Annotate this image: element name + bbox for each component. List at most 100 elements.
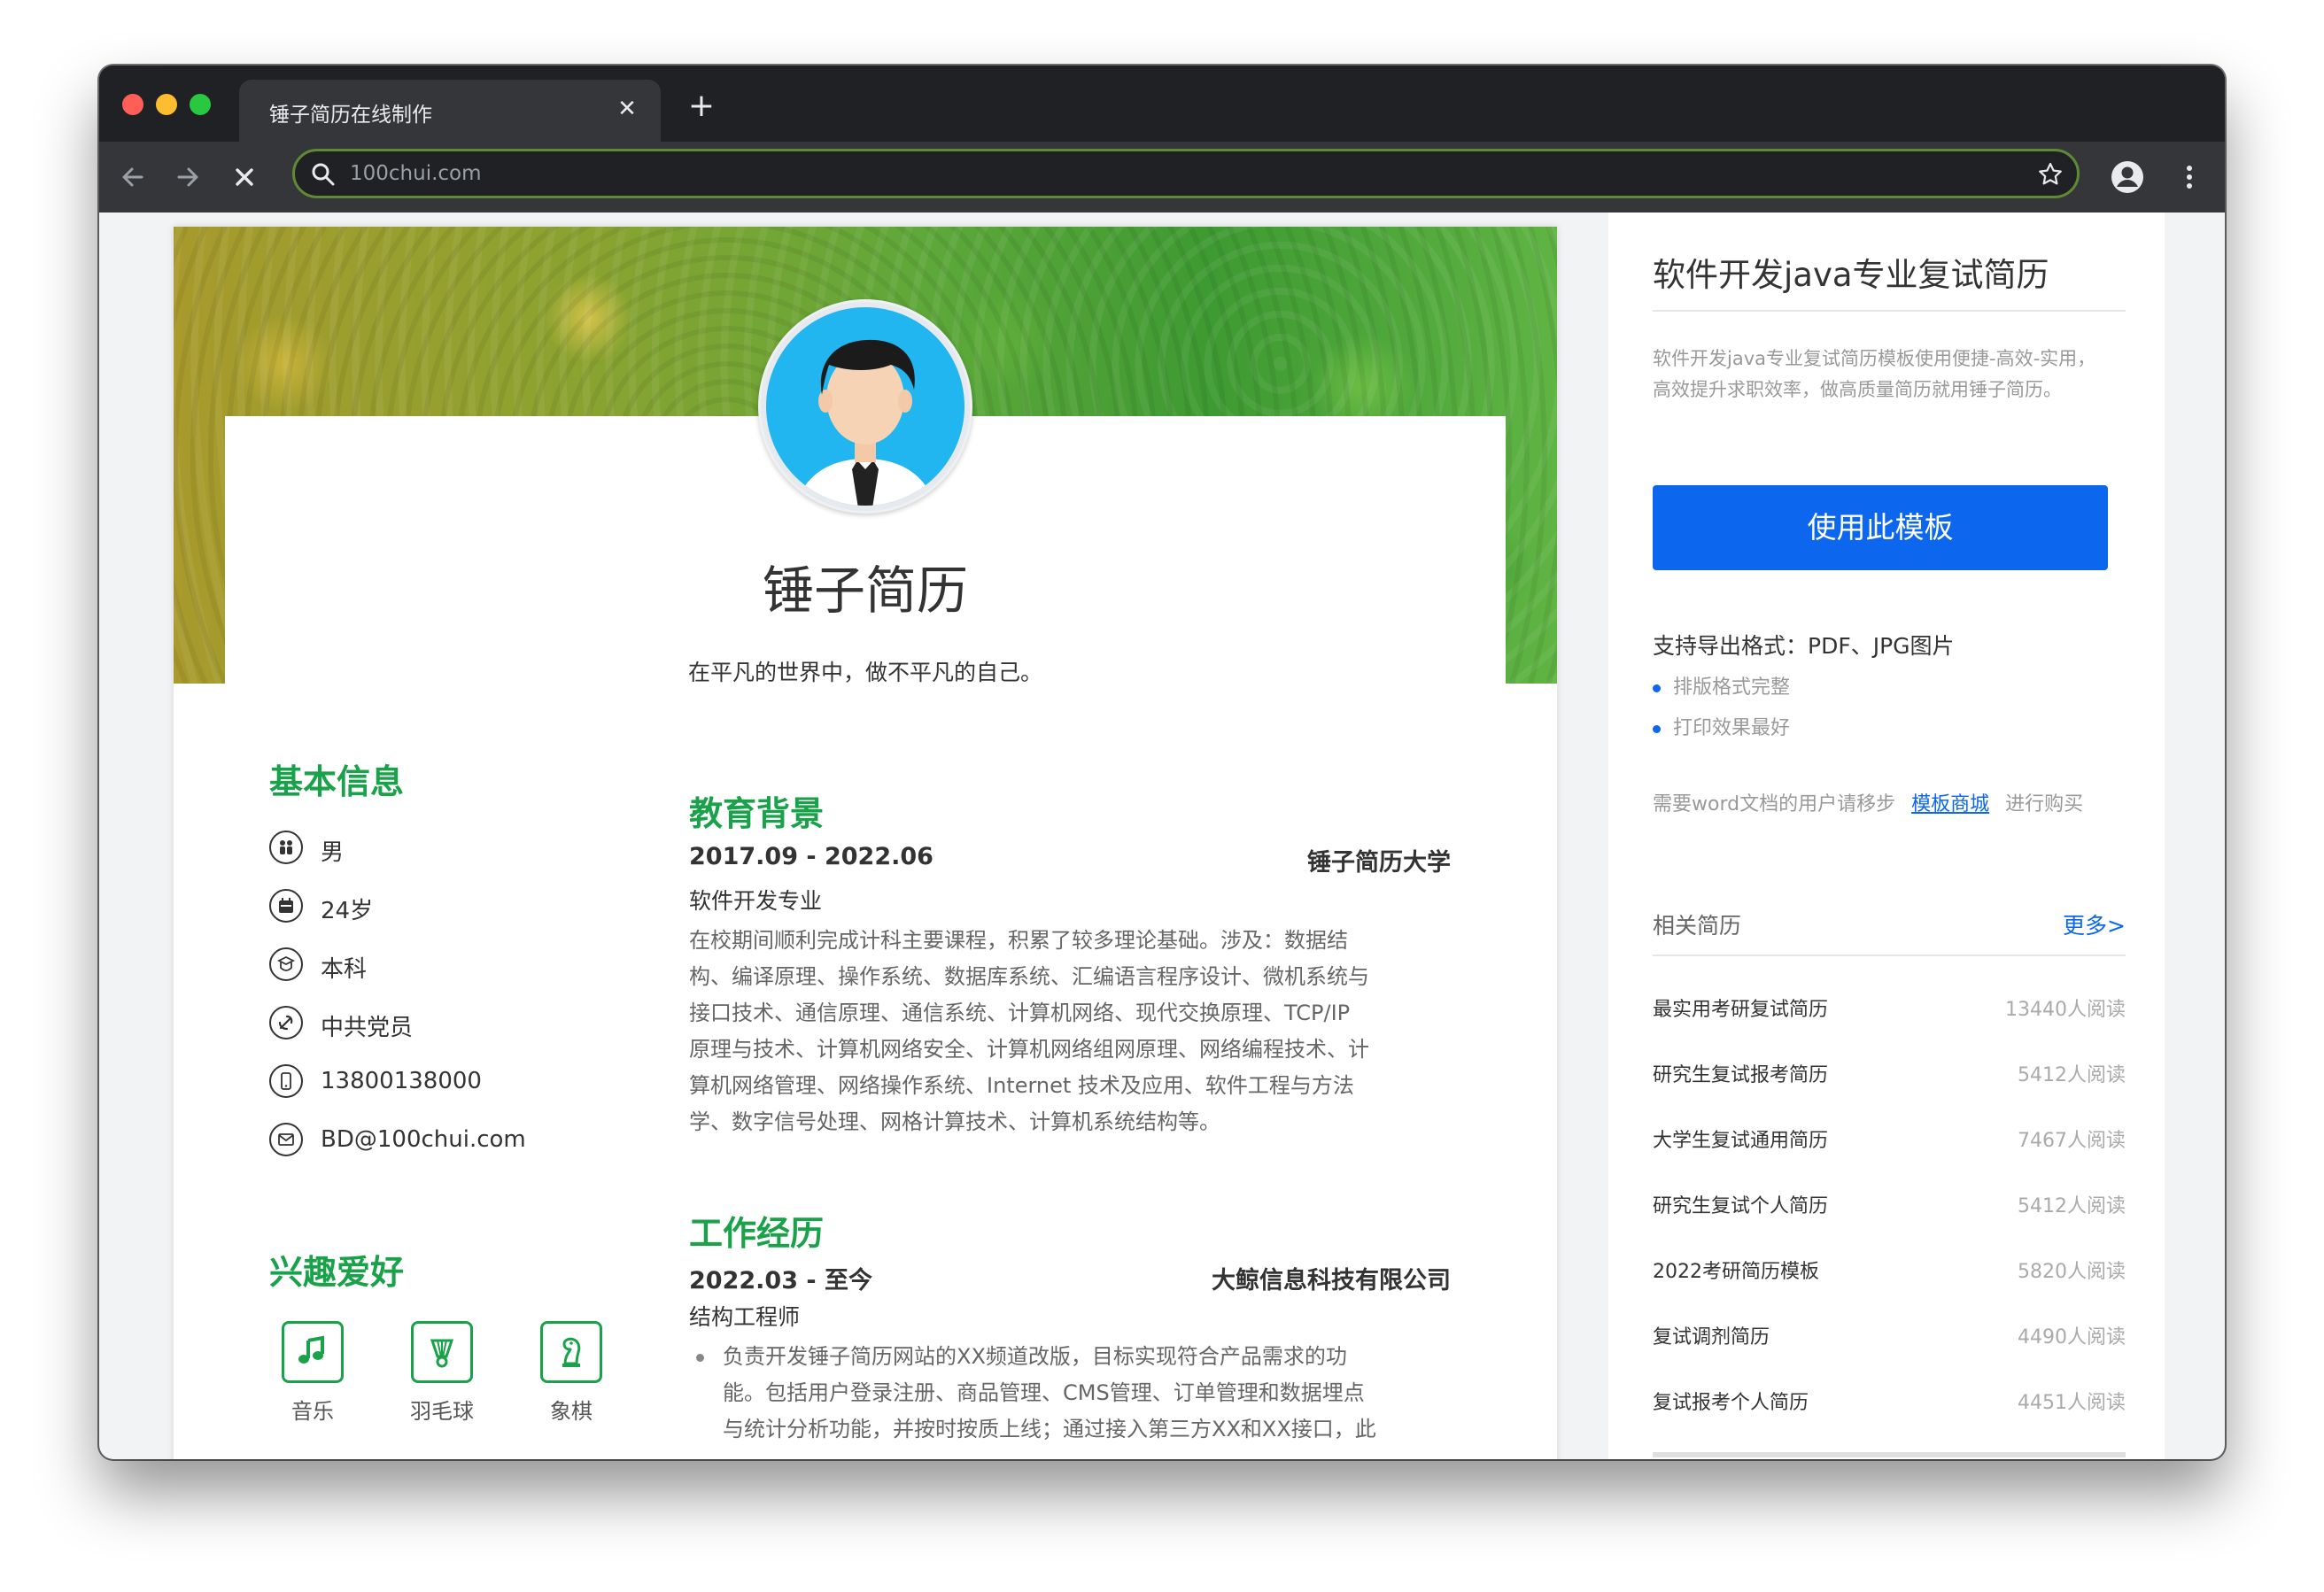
info-age-text: 24岁	[321, 898, 374, 924]
work-company: 大鲸信息科技有限公司	[1212, 1267, 1451, 1294]
back-arrow-icon	[122, 167, 143, 187]
hobby-badminton: 羽毛球	[402, 1321, 482, 1425]
education-line: 算机网络管理、网络操作系统、Internet 技术及应用、软件工程与方法	[689, 1073, 1354, 1098]
education-description: 在校期间顺利完成计科主要课程，积累了较多理论基础。涉及：数据结 构、编译原理、操…	[689, 923, 1452, 1140]
stop-x-icon	[236, 168, 253, 186]
related-item-link[interactable]: 复试报考个人简历	[1653, 1387, 1809, 1415]
template-sidebar: 软件开发java专业复试简历 软件开发java专业复试简历模板使用便捷-高效-实…	[1608, 213, 2165, 1459]
hobby-chess: 象棋	[531, 1321, 611, 1425]
page-viewport: 锤子简历 在平凡的世界中，做不平凡的自己。 基本信息 男 24岁 本科 中共党员	[99, 213, 2225, 1459]
template-store-link[interactable]: 模板商城	[1911, 793, 1989, 815]
avatar	[758, 299, 972, 514]
education-line: 学、数字信号处理、网格计算技术、计算机系统结构等。	[689, 1109, 1220, 1134]
template-title: 软件开发java专业复试简历	[1653, 256, 2049, 294]
feature-item: 打印效果最好	[1653, 712, 1790, 740]
education-line: 构、编译原理、操作系统、数据库系统、汇编语言程序设计、微机系统与	[689, 964, 1369, 989]
education-title: 教育背景	[689, 794, 825, 833]
read-count: 13440人阅读	[2005, 999, 2126, 1021]
work-description: 负责开发锤子简历网站的XX频道改版，目标实现符合产品需求的功 能。包括用户登录注…	[689, 1339, 1452, 1448]
read-count: 7467人阅读	[2018, 1130, 2126, 1152]
more-link[interactable]: 更多>	[2063, 908, 2126, 940]
forward-button[interactable]	[168, 158, 207, 197]
resume-name: 锤子简历	[762, 560, 968, 621]
feature-text: 排版格式完整	[1673, 676, 1791, 699]
more-menu-icon[interactable]	[2172, 159, 2207, 195]
chess-icon	[540, 1321, 602, 1383]
hobby-chess-label: 象棋	[550, 1399, 593, 1424]
related-item-link[interactable]: 复试调剂简历	[1653, 1321, 1770, 1349]
related-item-link[interactable]: 2022考研简历模板	[1653, 1256, 1819, 1284]
search-icon	[312, 163, 335, 186]
hobby-badminton-label: 羽毛球	[410, 1399, 474, 1424]
profile-avatar-icon[interactable]	[2110, 159, 2145, 195]
education-date: 2017.09 - 2022.06	[689, 843, 933, 870]
resume-preview: 锤子简历 在平凡的世界中，做不平凡的自己。 基本信息 男 24岁 本科 中共党员	[174, 227, 1557, 1459]
address-url: 100chui.com	[350, 162, 482, 185]
read-count: 4490人阅读	[2018, 1326, 2126, 1349]
email-icon	[269, 1123, 303, 1156]
work-date: 2022.03 - 至今	[689, 1267, 872, 1294]
calendar-icon	[269, 889, 303, 923]
work-line: 能。包括用户登录注册、商品管理、CMS管理、订单管理和数据埋点	[723, 1380, 1365, 1405]
hobby-music: 音乐	[273, 1321, 352, 1425]
gender-icon	[269, 831, 303, 864]
work-title: 工作经历	[689, 1214, 825, 1253]
divider	[1653, 954, 2126, 956]
hobby-music-label: 音乐	[291, 1399, 334, 1424]
education-school: 锤子简历大学	[1307, 849, 1451, 877]
education-icon	[269, 947, 303, 981]
new-tab-button[interactable]: +	[684, 89, 719, 124]
read-count: 5412人阅读	[2018, 1064, 2126, 1086]
related-item-link[interactable]: 最实用考研复试简历	[1653, 993, 1828, 1022]
related-item-link[interactable]: 研究生复试个人简历	[1653, 1190, 1828, 1218]
browser-window: 锤子简历在线制作 ✕ + 100chui.com 锤子简历 在平凡的世界中，做不…	[99, 66, 2225, 1459]
note-suffix: 进行购买	[2005, 793, 2084, 815]
info-gender-text: 男	[321, 839, 345, 866]
close-window-button[interactable]	[122, 94, 143, 115]
hobbies-title: 兴趣爱好	[269, 1253, 405, 1292]
resume-motto: 在平凡的世界中，做不平凡的自己。	[687, 660, 1042, 685]
work-line: 与统计分析功能，并按时按质上线；通过接入第三方XX和XX接口，此	[723, 1417, 1376, 1441]
template-description: 软件开发java专业复试简历模板使用便捷-高效-实用，高效提升求职效率，做高质量…	[1653, 348, 2096, 400]
education-line: 在校期间顺利完成计科主要课程，积累了较多理论基础。涉及：数据结	[689, 928, 1348, 953]
divider	[1653, 310, 2126, 312]
info-education-text: 本科	[321, 956, 368, 983]
info-politics-text: 中共党员	[321, 1015, 414, 1041]
read-count: 5412人阅读	[2018, 1195, 2126, 1217]
export-formats: 支持导出格式：PDF、JPG图片	[1653, 633, 1955, 659]
music-icon	[282, 1321, 344, 1383]
party-icon	[269, 1006, 303, 1039]
basic-info-title: 基本信息	[269, 762, 405, 801]
feature-text: 打印效果最好	[1673, 717, 1791, 739]
bookmark-star-icon[interactable]	[2036, 160, 2064, 189]
stop-loading-button[interactable]	[225, 158, 264, 197]
back-button[interactable]	[113, 158, 152, 197]
maximize-window-button[interactable]	[190, 94, 211, 115]
cut-off-list-item	[1653, 1452, 2126, 1457]
info-email-text: BD@100chui.com	[321, 1126, 526, 1153]
badminton-icon	[411, 1321, 473, 1383]
use-template-button[interactable]: 使用此模板	[1653, 485, 2108, 570]
tab-title: 锤子简历在线制作	[269, 104, 432, 127]
browser-toolbar: 100chui.com	[99, 142, 2225, 213]
related-resumes-title: 相关简历	[1653, 913, 1742, 939]
address-bar[interactable]: 100chui.com	[292, 149, 2080, 198]
read-count: 4451人阅读	[2018, 1392, 2126, 1414]
info-phone-text: 13800138000	[321, 1068, 482, 1094]
work-role: 结构工程师	[689, 1304, 801, 1330]
note-prefix: 需要word文档的用户请移步	[1653, 793, 1896, 815]
word-note: 需要word文档的用户请移步 模板商城 进行购买	[1653, 788, 2083, 816]
tab-strip: 锤子简历在线制作 ✕ +	[99, 66, 2225, 142]
education-line: 原理与技术、计算机网络安全、计算机网络组网原理、网络编程技术、计	[689, 1037, 1369, 1062]
browser-tab[interactable]: 锤子简历在线制作 ✕	[239, 80, 661, 142]
related-item-link[interactable]: 大学生复试通用简历	[1653, 1124, 1828, 1153]
tab-close-icon[interactable]: ✕	[613, 95, 641, 123]
feature-item: 排版格式完整	[1653, 671, 1790, 699]
work-line: 负责开发锤子简历网站的XX频道改版，目标实现符合产品需求的功	[723, 1344, 1347, 1369]
read-count: 5820人阅读	[2018, 1261, 2126, 1283]
education-major: 软件开发专业	[689, 888, 823, 914]
minimize-window-button[interactable]	[156, 94, 177, 115]
avatar-illustration-icon	[761, 302, 970, 511]
related-item-link[interactable]: 研究生复试报考简历	[1653, 1059, 1828, 1087]
education-line: 接口技术、通信原理、通信系统、计算机网络、现代交换原理、TCP/IP	[689, 1001, 1351, 1025]
